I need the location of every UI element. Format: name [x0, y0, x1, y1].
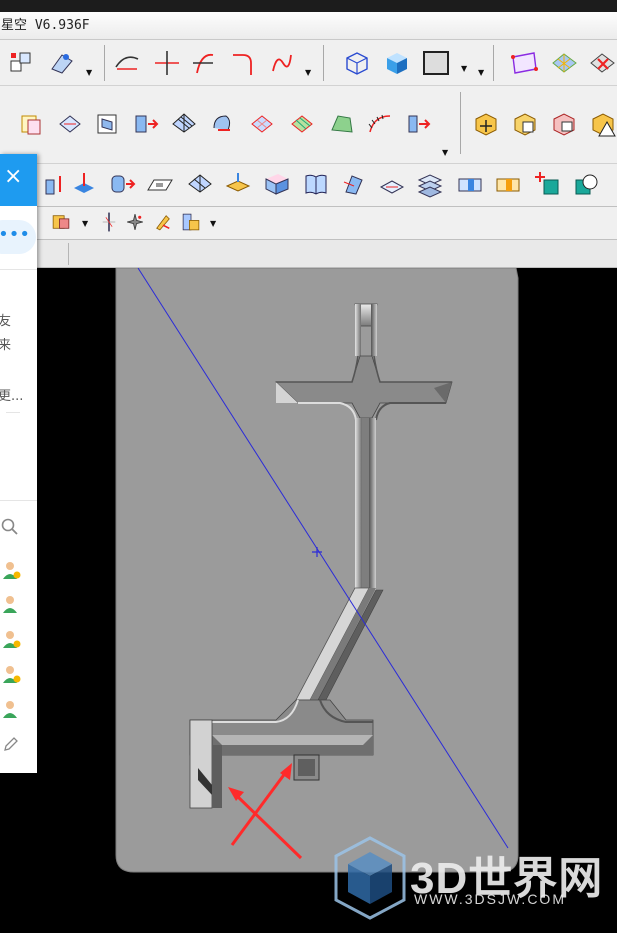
solid-copy-icon[interactable] [550, 110, 578, 138]
fillet-curve-icon[interactable] [229, 49, 257, 77]
curve-arrow-icon[interactable] [267, 49, 295, 77]
boolean-subtract-icon[interactable] [572, 170, 600, 198]
avatar[interactable] [1, 629, 21, 649]
surface-flat-icon[interactable] [186, 170, 214, 198]
boolean-add-icon[interactable] [534, 170, 562, 198]
dropdown-icon[interactable]: ▼ [210, 219, 216, 228]
message-text-1: 友 [0, 314, 12, 329]
plate-icon[interactable] [146, 170, 174, 198]
surface-ribs-icon[interactable] [366, 110, 394, 138]
surface-from-box-icon[interactable] [18, 110, 46, 138]
window-title: 星空 V6.936F [1, 18, 90, 33]
tab-strip [0, 240, 617, 268]
part-plate[interactable] [115, 268, 519, 873]
plate-flat-icon[interactable] [378, 170, 406, 198]
close-icon[interactable]: × [4, 164, 22, 190]
extrude-arrow-icon[interactable] [40, 170, 68, 198]
surface-quad-icon[interactable] [510, 49, 538, 77]
title-bar: 星空 V6.936F [0, 12, 617, 40]
dropdown-icon[interactable]: ▼ [82, 219, 88, 228]
sidepanel-header: × [0, 154, 37, 206]
slab-icon[interactable] [224, 170, 252, 198]
divider [6, 412, 20, 413]
dropdown-icon[interactable]: ▼ [478, 68, 484, 77]
divider [0, 269, 37, 270]
more-button[interactable]: ••• [0, 220, 36, 254]
toolbar-separator [460, 92, 461, 154]
figure-icon[interactable] [180, 211, 202, 233]
twist-icon[interactable] [340, 170, 368, 198]
message-text-2: 来 [0, 338, 12, 353]
chat-sidepanel: × ••• 友 来 更... [0, 154, 37, 773]
graphics-viewport[interactable] [0, 268, 617, 933]
surface-patch-icon[interactable] [248, 110, 276, 138]
cylinder-arrow-icon[interactable] [108, 170, 136, 198]
watermark-url: WWW.3DSJW.COM [414, 891, 566, 907]
surface-delete-icon[interactable] [588, 49, 616, 77]
tab-separator [68, 243, 69, 265]
dropdown-icon[interactable]: ▼ [461, 64, 467, 73]
curve-trim-icon[interactable] [191, 49, 219, 77]
dropdown-icon[interactable]: ▼ [442, 148, 448, 157]
toolbar-row-3 [0, 164, 617, 207]
toolbar-row-4: ▼ ▼ [0, 207, 617, 240]
dropdown-icon[interactable]: ▼ [86, 68, 92, 77]
display-rect-icon[interactable] [422, 49, 450, 77]
box-cut-icon[interactable] [262, 170, 290, 198]
dropdown-icon[interactable]: ▼ [305, 68, 311, 77]
surface-fan-icon[interactable] [328, 110, 356, 138]
surface-extrude-icon[interactable] [132, 110, 160, 138]
wireframe-box-icon[interactable] [343, 49, 371, 77]
surface-grid-icon[interactable] [170, 110, 198, 138]
shaded-box-icon[interactable] [383, 49, 411, 77]
avatar[interactable] [1, 594, 21, 614]
message-text-3[interactable]: 更... [0, 385, 23, 404]
solid-cut-icon[interactable] [511, 110, 539, 138]
sparkle-icon[interactable] [124, 211, 146, 233]
toolbar-separator [323, 45, 324, 81]
window-top-strip [0, 0, 617, 12]
surface-rotate-icon[interactable] [56, 110, 84, 138]
axis-icon[interactable] [98, 211, 120, 233]
block-icon[interactable] [456, 170, 484, 198]
surface-edit-icon[interactable] [94, 110, 122, 138]
toolbar-row-1: ▼ ▼ ▼ ▼ [0, 40, 617, 86]
edit-icon[interactable] [3, 736, 19, 752]
drill-icon[interactable] [70, 170, 98, 198]
layer-stack-icon[interactable] [416, 170, 444, 198]
model-scene[interactable] [0, 268, 617, 933]
block-highlight-icon[interactable] [494, 170, 522, 198]
avatar[interactable] [1, 560, 21, 580]
search-icon[interactable] [1, 518, 19, 536]
surface-stripe-icon[interactable] [288, 110, 316, 138]
toolbar-row-2: ▼ [0, 86, 617, 164]
pen-icon[interactable] [152, 211, 174, 233]
line-cross-icon[interactable] [153, 49, 181, 77]
toolbar-separator [493, 45, 494, 81]
surface-sweep-icon[interactable] [208, 110, 236, 138]
small-cube-icon[interactable] [50, 211, 72, 233]
solid-warning-icon[interactable] [589, 110, 617, 138]
solid-move-icon[interactable] [472, 110, 500, 138]
layer-icon[interactable] [8, 49, 36, 77]
surface-mesh-icon[interactable] [550, 49, 578, 77]
divider [0, 500, 37, 501]
transform-icon[interactable] [48, 49, 76, 77]
avatar[interactable] [1, 664, 21, 684]
book-icon[interactable] [302, 170, 330, 198]
surface-thicken-icon[interactable] [404, 110, 432, 138]
curve-offset-icon[interactable] [113, 49, 141, 77]
avatar[interactable] [1, 699, 21, 719]
toolbar-separator [104, 45, 105, 81]
